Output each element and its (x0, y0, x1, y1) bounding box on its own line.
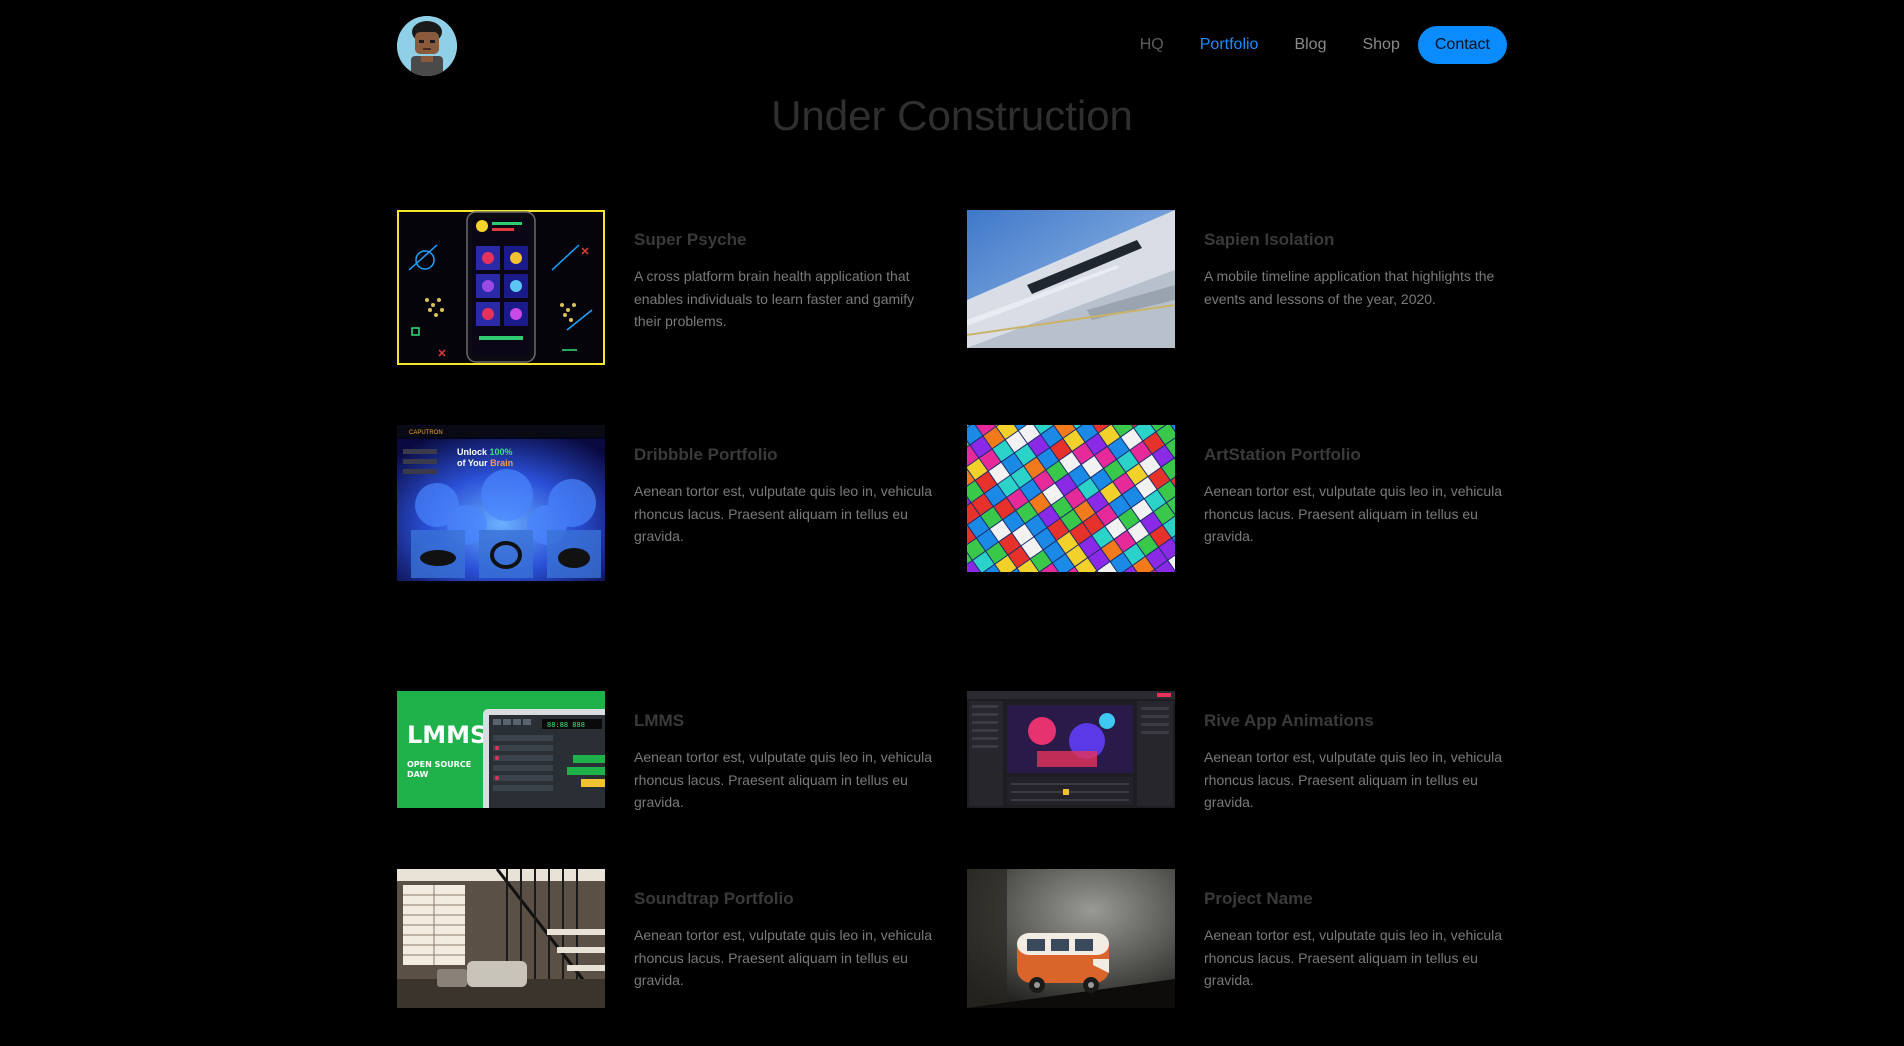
project-card-sapien-isolation: Sapien Isolation A mobile timeline appli… (967, 210, 1537, 370)
project-description: Aenean tortor est, vulputate quis leo in… (1204, 927, 1503, 988)
thumb-brand: CAPUTRON (409, 430, 443, 436)
project-thumbnail[interactable] (397, 210, 605, 365)
project-card-super-psyche: Super Psyche A cross platform brain heal… (397, 210, 967, 370)
project-title[interactable]: Dribbble Portfolio (634, 445, 778, 465)
svg-text:Unlock 100%: Unlock 100% (457, 447, 513, 457)
project-description: Aenean tortor est, vulputate quis leo in… (1204, 749, 1503, 810)
project-thumbnail[interactable]: LMMS OPEN SOURCE DAW 88:88 888 (397, 691, 605, 808)
project-card-dribbble-portfolio: CAPUTRON Unlock 100% of Your Brain Dribb… (397, 425, 967, 585)
project-title[interactable]: Super Psyche (634, 230, 746, 250)
site-header: HQ Portfolio Blog Shop Contact (397, 16, 1507, 78)
project-card-artstation-portfolio: ArtStation Portfolio Aenean tortor est, … (967, 425, 1537, 585)
project-thumbnail[interactable] (967, 210, 1175, 348)
nav-link-blog[interactable]: Blog (1294, 35, 1326, 55)
project-thumbnail[interactable] (967, 691, 1175, 808)
project-card-lmms: LMMS OPEN SOURCE DAW 88:88 888 LMMS Aene… (397, 691, 967, 851)
project-description: A cross platform brain health applicatio… (634, 268, 915, 329)
project-thumbnail[interactable] (967, 425, 1175, 572)
contact-button[interactable]: Contact (1417, 26, 1507, 64)
project-card-soundtrap-portfolio: Soundtrap Portfolio Aenean tortor est, v… (397, 869, 967, 1029)
project-title[interactable]: LMMS (634, 711, 684, 731)
project-title[interactable]: Sapien Isolation (1204, 230, 1334, 250)
project-title[interactable]: Project Name (1204, 889, 1313, 909)
avatar-illustration (397, 16, 457, 76)
svg-text:of Your Brain: of Your Brain (457, 458, 513, 468)
project-description: A mobile timeline application that highl… (1204, 268, 1495, 307)
avatar[interactable] (397, 16, 457, 76)
project-card-rive-app-animations: Rive App Animations Aenean tortor est, v… (967, 691, 1537, 851)
nav-link-portfolio[interactable]: Portfolio (1200, 35, 1259, 55)
project-thumbnail[interactable] (397, 869, 605, 1008)
project-thumbnail[interactable]: CAPUTRON Unlock 100% of Your Brain (397, 425, 605, 581)
project-description: Aenean tortor est, vulputate quis leo in… (634, 483, 933, 544)
project-title[interactable]: Soundtrap Portfolio (634, 889, 794, 909)
svg-text:OPEN SOURCE: OPEN SOURCE (407, 760, 471, 769)
project-description: Aenean tortor est, vulputate quis leo in… (1204, 483, 1503, 544)
nav-link-hq[interactable]: HQ (1140, 35, 1164, 55)
project-thumbnail[interactable] (967, 869, 1175, 1008)
page-title: Under Construction (771, 92, 1133, 139)
project-title[interactable]: Rive App Animations (1204, 711, 1374, 731)
svg-text:DAW: DAW (407, 770, 428, 779)
svg-text:LMMS: LMMS (407, 721, 487, 749)
project-card-project-name: Project Name Aenean tortor est, vulputat… (967, 869, 1537, 1029)
svg-text:88:88 888: 88:88 888 (547, 721, 585, 729)
project-description: Aenean tortor est, vulputate quis leo in… (634, 927, 933, 988)
main-nav: HQ Portfolio Blog Shop Contact (1140, 26, 1507, 64)
project-title[interactable]: ArtStation Portfolio (1204, 445, 1361, 465)
project-description: Aenean tortor est, vulputate quis leo in… (634, 749, 933, 810)
nav-link-shop[interactable]: Shop (1362, 35, 1399, 55)
